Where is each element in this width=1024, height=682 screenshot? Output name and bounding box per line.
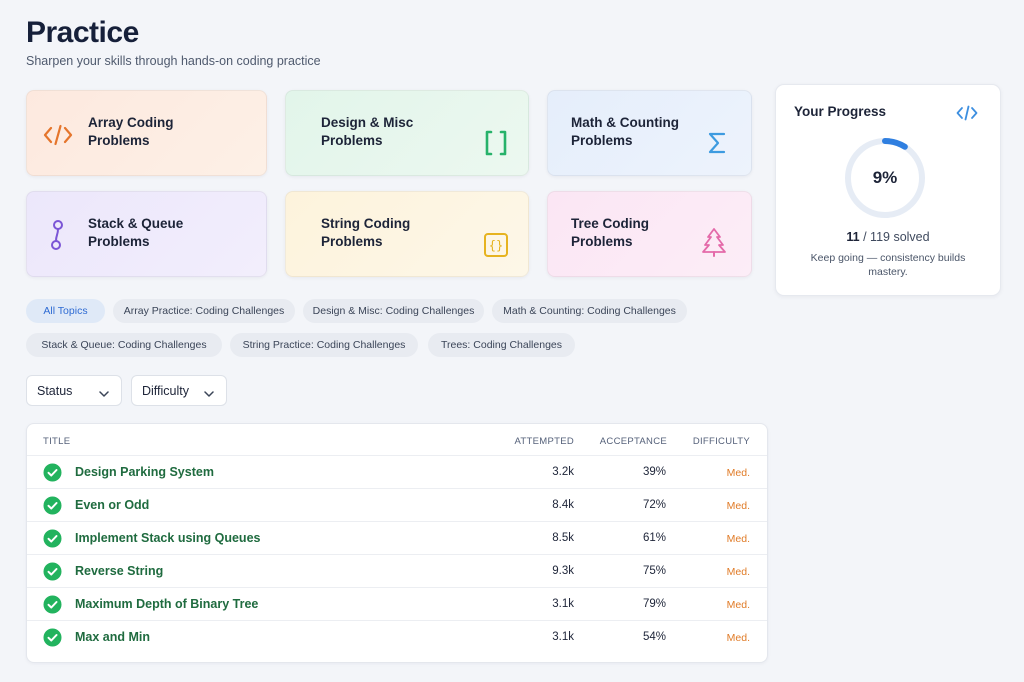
acceptance-rate: 39% xyxy=(642,466,666,478)
difficulty-badge: Med. xyxy=(726,533,750,545)
column-header-attempted[interactable]: ATTEMPTED xyxy=(514,436,574,447)
code-icon xyxy=(956,105,978,126)
progress-solved: 11 / 119 solved xyxy=(846,230,930,244)
column-header-acceptance[interactable]: ACCEPTANCE xyxy=(600,436,667,447)
topic-chip-design[interactable]: Design & Misc: Coding Challenges xyxy=(303,299,484,323)
table-row[interactable]: Maximum Depth of Binary Tree 3.1k 79% Me… xyxy=(27,587,767,620)
topic-chip-array[interactable]: Array Practice: Coding Challenges xyxy=(113,299,295,323)
curly-braces-icon: {} xyxy=(483,232,509,258)
table-row[interactable]: Reverse String 9.3k 75% Med. xyxy=(27,554,767,587)
category-card-string[interactable]: String Coding Problems {} xyxy=(285,191,529,277)
progress-note: Keep going — consistency builds mastery. xyxy=(810,252,966,278)
nodes-icon xyxy=(49,219,65,251)
table-row[interactable]: Design Parking System 3.2k 39% Med. xyxy=(27,455,767,488)
acceptance-rate: 54% xyxy=(642,631,666,643)
acceptance-rate: 72% xyxy=(642,499,666,511)
category-card-tree[interactable]: Tree Coding Problems xyxy=(547,191,752,277)
difficulty-badge: Med. xyxy=(726,467,750,479)
topic-chip-all[interactable]: All Topics xyxy=(26,299,105,323)
category-card-title: Tree Coding Problems xyxy=(571,216,650,249)
page-title: Practice xyxy=(26,16,139,49)
sigma-icon xyxy=(707,131,727,155)
attempted-count: 3.1k xyxy=(552,631,574,643)
page-subtitle: Sharpen your skills through hands-on cod… xyxy=(26,54,321,68)
difficulty-filter[interactable]: Difficulty xyxy=(131,375,227,406)
column-header-title[interactable]: TITLE xyxy=(43,436,70,447)
attempted-count: 3.2k xyxy=(552,466,574,478)
table-row[interactable]: Even or Odd 8.4k 72% Med. xyxy=(27,488,767,521)
category-card-stack[interactable]: Stack & Queue Problems xyxy=(26,191,267,277)
attempted-count: 3.1k xyxy=(552,598,574,610)
check-circle-icon xyxy=(43,628,62,652)
problem-title-link[interactable]: Even or Odd xyxy=(75,498,149,512)
progress-percent: 9% xyxy=(872,168,898,187)
category-card-design[interactable]: Design & Misc Problems xyxy=(285,90,529,176)
category-card-title: Stack & Queue Problems xyxy=(88,216,184,249)
difficulty-badge: Med. xyxy=(726,566,750,578)
difficulty-badge: Med. xyxy=(726,632,750,644)
table-row[interactable]: Max and Min 3.1k 54% Med. xyxy=(27,620,767,653)
problem-title-link[interactable]: Max and Min xyxy=(75,630,150,644)
attempted-count: 8.4k xyxy=(552,499,574,511)
problems-table: TITLE ATTEMPTED ACCEPTANCE DIFFICULTY De… xyxy=(26,423,768,663)
acceptance-rate: 75% xyxy=(642,565,666,577)
square-brackets-icon xyxy=(484,129,508,157)
category-card-title: String Coding Problems xyxy=(321,216,411,249)
svg-text:{}: {} xyxy=(489,239,503,253)
acceptance-rate: 61% xyxy=(642,532,666,544)
category-card-array[interactable]: Array Coding Problems xyxy=(26,90,267,176)
attempted-count: 9.3k xyxy=(552,565,574,577)
topic-chip-trees[interactable]: Trees: Coding Challenges xyxy=(428,333,575,357)
problem-title-link[interactable]: Maximum Depth of Binary Tree xyxy=(75,597,258,611)
problem-title-link[interactable]: Reverse String xyxy=(75,564,163,578)
category-card-title: Math & Counting Problems xyxy=(571,115,679,148)
acceptance-rate: 79% xyxy=(642,598,666,610)
difficulty-badge: Med. xyxy=(726,500,750,512)
topic-chip-string[interactable]: String Practice: Coding Challenges xyxy=(230,333,418,357)
category-card-math[interactable]: Math & Counting Problems xyxy=(547,90,752,176)
check-circle-icon xyxy=(43,496,62,520)
check-circle-icon xyxy=(43,463,62,487)
progress-title: Your Progress xyxy=(794,104,887,119)
difficulty-badge: Med. xyxy=(726,599,750,611)
problem-title-link[interactable]: Implement Stack using Queues xyxy=(75,531,260,545)
problem-title-link[interactable]: Design Parking System xyxy=(75,465,214,479)
progress-card: Your Progress 9% 11 / 119 solved Keep go… xyxy=(775,84,1001,296)
table-row[interactable]: Implement Stack using Queues 8.5k 61% Me… xyxy=(27,521,767,554)
code-brackets-icon xyxy=(43,124,73,146)
tree-icon xyxy=(701,227,727,257)
check-circle-icon xyxy=(43,562,62,586)
topic-chip-stack[interactable]: Stack & Queue: Coding Challenges xyxy=(26,333,222,357)
column-header-difficulty[interactable]: DIFFICULTY xyxy=(693,436,750,447)
topic-chip-math[interactable]: Math & Counting: Coding Challenges xyxy=(492,299,687,323)
check-circle-icon xyxy=(43,529,62,553)
chevron-down-icon xyxy=(204,387,214,401)
category-card-title: Design & Misc Problems xyxy=(321,115,414,148)
attempted-count: 8.5k xyxy=(552,532,574,544)
status-filter[interactable]: Status xyxy=(26,375,122,406)
category-card-title: Array Coding Problems xyxy=(88,115,174,148)
chevron-down-icon xyxy=(99,387,109,401)
check-circle-icon xyxy=(43,595,62,619)
